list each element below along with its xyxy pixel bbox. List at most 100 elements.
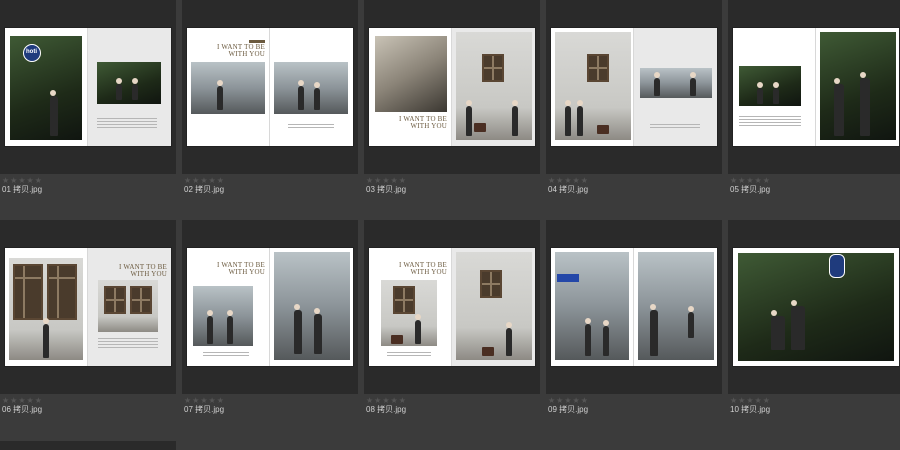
album-page-right: I WANT TO BE WITH YOU <box>88 248 171 366</box>
window <box>47 264 77 320</box>
thumbnail-item[interactable]: I WANT TO BE WITH YOU ★★★★★ 08 拷贝.jpg <box>364 220 540 426</box>
album-spread-image[interactable] <box>551 248 717 366</box>
album-page-left <box>551 248 634 366</box>
suitcase <box>482 347 494 356</box>
thumbnail-item[interactable]: hoti ★★★★★ 01 拷贝.jpg <box>0 0 176 206</box>
rating-stars[interactable]: ★★★★★ <box>366 177 407 185</box>
thumbnail-item[interactable]: I WANT TO BE WITH YOU ★★★★★ 07 拷贝.jpg <box>182 220 358 426</box>
album-spread-image[interactable] <box>551 28 717 146</box>
photo <box>274 62 348 114</box>
thumbnail-item-partial[interactable] <box>0 441 176 450</box>
album-page-right <box>88 28 171 146</box>
person-figure <box>314 82 320 110</box>
rating-stars[interactable]: ★★★★★ <box>366 397 407 405</box>
filename-label: 05 拷贝.jpg <box>730 185 771 194</box>
window <box>130 286 152 314</box>
person-figure <box>585 318 591 356</box>
suitcase <box>474 123 486 132</box>
text-block <box>288 124 334 130</box>
album-page-right <box>270 248 353 366</box>
person-figure <box>512 100 518 136</box>
album-spread-image[interactable]: I WANT TO BE WITH YOU <box>187 248 353 366</box>
thumbnail-item[interactable]: ★★★★★ 05 拷贝.jpg <box>728 0 900 206</box>
street-sign <box>557 274 579 282</box>
person-figure <box>116 78 122 100</box>
thumbnail-frame[interactable] <box>546 220 722 394</box>
album-page-right <box>816 28 899 146</box>
thumbnail-item[interactable]: I WANT TO BE WITH YOU ★★★★★ 02 拷贝.jpg <box>182 0 358 206</box>
album-spread-image[interactable]: hoti <box>5 28 171 146</box>
rating-stars[interactable]: ★★★★★ <box>2 177 43 185</box>
person-figure <box>791 300 805 350</box>
album-page-right <box>634 248 717 366</box>
album-page-left: I WANT TO BE WITH YOU <box>187 248 270 366</box>
person-figure <box>294 304 302 354</box>
rating-stars[interactable]: ★★★★★ <box>730 177 771 185</box>
album-page-right <box>270 28 353 146</box>
thumbnail-item[interactable]: ★★★★★ 10 拷贝.jpg <box>728 220 900 426</box>
thumbnail-frame[interactable]: I WANT TO BE WITH YOU <box>0 220 176 394</box>
thumbnail-frame[interactable] <box>728 220 900 394</box>
window <box>104 286 126 314</box>
person-figure <box>217 80 223 110</box>
photo <box>555 252 629 360</box>
person-figure <box>314 308 322 354</box>
album-spread-image[interactable]: I WANT TO BE WITH YOU <box>369 28 535 146</box>
person-figure <box>577 100 583 136</box>
rating-stars[interactable]: ★★★★★ <box>548 177 589 185</box>
thumbnail-item[interactable]: I WANT TO BE WITH YOU ★★★★★ 03 拷贝.jpg <box>364 0 540 206</box>
thumbnail-item[interactable]: ★★★★★ 09 拷贝.jpg <box>546 220 722 426</box>
album-spread-image[interactable]: I WANT TO BE WITH YOU <box>5 248 171 366</box>
photo <box>738 253 894 361</box>
photo <box>191 62 265 114</box>
thumbnail-frame[interactable]: hoti <box>0 0 176 174</box>
window <box>587 54 609 82</box>
thumbnail-frame[interactable]: I WANT TO BE WITH YOU <box>364 0 540 174</box>
window <box>480 270 502 298</box>
person-figure <box>50 90 58 136</box>
filename-label: 03 拷贝.jpg <box>366 185 407 194</box>
person-figure <box>603 320 609 356</box>
thumbnail-item[interactable]: I WANT TO BE WITH YOU ★★★★★ 06 拷贝.jpg <box>0 220 176 426</box>
album-page-left: hoti <box>5 28 88 146</box>
thumbnail-frame[interactable]: I WANT TO BE WITH YOU <box>182 0 358 174</box>
person-figure <box>654 72 660 96</box>
album-spread-image[interactable] <box>733 28 899 146</box>
person-figure <box>43 318 49 358</box>
thumbnail-frame[interactable] <box>728 0 900 174</box>
album-page-full <box>733 248 899 366</box>
album-title: I WANT TO BE WITH YOU <box>119 263 167 278</box>
person-figure <box>506 322 512 356</box>
person-figure <box>207 310 213 344</box>
filename-label: 04 拷贝.jpg <box>548 185 589 194</box>
thumbnail-frame[interactable]: I WANT TO BE WITH YOU <box>182 220 358 394</box>
text-block <box>387 352 431 358</box>
person-figure <box>565 100 571 136</box>
photo <box>97 62 161 104</box>
person-figure <box>771 310 785 350</box>
photo <box>10 36 82 140</box>
rating-stars[interactable]: ★★★★★ <box>548 397 589 405</box>
rating-stars[interactable]: ★★★★★ <box>2 397 43 405</box>
filename-label: 09 拷贝.jpg <box>548 405 589 414</box>
album-spread-image[interactable]: I WANT TO BE WITH YOU <box>369 248 535 366</box>
thumbnail-frame[interactable]: I WANT TO BE WITH YOU <box>364 220 540 394</box>
album-spread-image[interactable] <box>733 248 899 366</box>
rating-stars[interactable]: ★★★★★ <box>730 397 771 405</box>
thumbnail-item[interactable]: ★★★★★ 04 拷贝.jpg <box>546 0 722 206</box>
person-figure <box>690 72 696 96</box>
window <box>393 286 415 314</box>
thumbnail-frame[interactable] <box>546 0 722 174</box>
rating-stars[interactable]: ★★★★★ <box>184 397 225 405</box>
person-figure <box>757 82 763 104</box>
person-figure <box>860 72 870 136</box>
photo <box>193 286 253 346</box>
suitcase <box>391 335 403 344</box>
album-page-left: I WANT TO BE WITH YOU <box>369 248 452 366</box>
photo <box>739 66 801 106</box>
photo <box>456 252 532 360</box>
text-block <box>97 118 157 128</box>
album-spread-image[interactable]: I WANT TO BE WITH YOU <box>187 28 353 146</box>
person-figure <box>415 314 421 344</box>
rating-stars[interactable]: ★★★★★ <box>184 177 225 185</box>
